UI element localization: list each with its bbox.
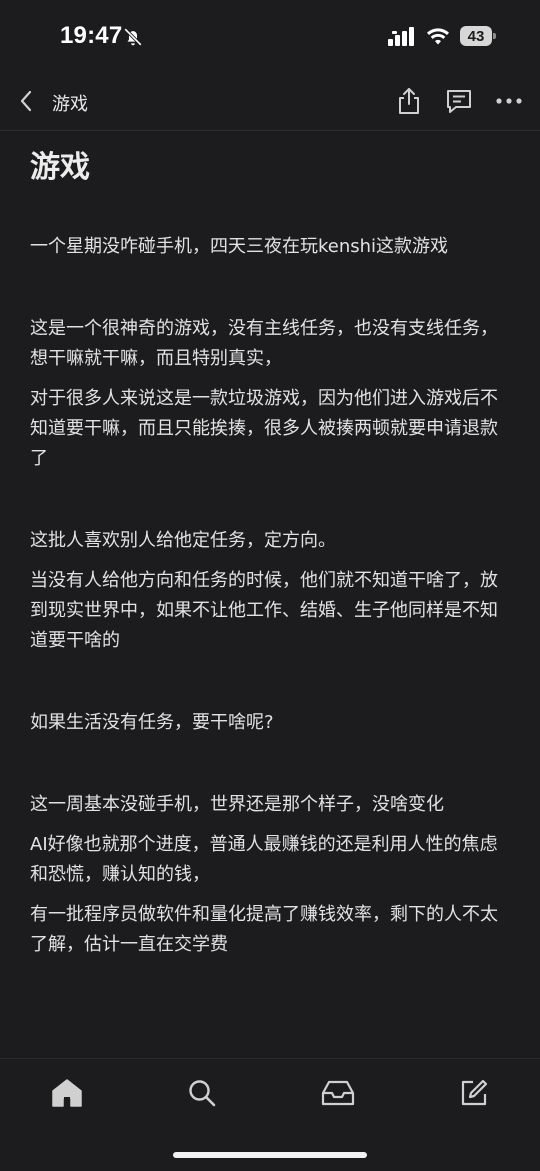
note-paragraph: 这是一个很神奇的游戏，没有主线任务，也没有支线任务，想干嘛就干嘛，而且特别真实，	[30, 318, 498, 369]
note-paragraph: 如果生活没有任务，要干啥呢?	[30, 712, 274, 733]
share-button[interactable]	[394, 86, 424, 116]
inbox-icon	[321, 1080, 355, 1106]
compose-icon	[461, 1079, 488, 1106]
status-time: 19:47	[60, 22, 123, 49]
home-indicator[interactable]	[173, 1152, 367, 1158]
note-title: 游戏	[30, 150, 90, 185]
status-indicators: 43	[388, 24, 496, 48]
search-icon	[189, 1080, 216, 1107]
note-paragraph: 一个星期没咋碰手机，四天三夜在玩kenshi这款游戏	[30, 236, 449, 257]
battery-icon: 43	[460, 26, 496, 46]
comment-icon	[447, 90, 471, 113]
tab-inbox[interactable]	[318, 1073, 358, 1113]
more-button[interactable]	[494, 86, 524, 116]
share-icon	[399, 88, 419, 114]
battery-level: 43	[460, 26, 492, 46]
note-paragraph: 这一周基本没碰手机，世界还是那个样子，没啥变化	[30, 794, 444, 815]
cellular-signal-icon	[388, 27, 414, 46]
status-bar: 19:47 43	[0, 0, 540, 72]
tab-home[interactable]	[47, 1073, 87, 1113]
note-paragraph: 当没有人给他方向和任务的时候，他们就不知道干啥了，放到现实世界中，如果不让他工作…	[30, 570, 498, 651]
note-paragraph: AI好像也就那个进度，普通人最赚钱的还是利用人性的焦虑和恐慌，赚认知的钱，	[30, 834, 498, 885]
tab-search[interactable]	[182, 1073, 222, 1113]
note-paragraph: 这批人喜欢别人给他定任务，定方向。	[30, 530, 336, 551]
note-paragraph: 对于很多人来说这是一款垃圾游戏，因为他们进入游戏后不知道要干嘛，而且只能挨揍，很…	[30, 388, 498, 469]
comments-button[interactable]	[444, 86, 474, 116]
more-dots-icon	[496, 98, 522, 104]
home-icon	[52, 1079, 82, 1107]
nav-bar: 游戏	[0, 72, 540, 131]
note-content[interactable]: 游戏 一个星期没咋碰手机，四天三夜在玩kenshi这款游戏 这是一个很神奇的游戏…	[30, 130, 500, 960]
wifi-icon	[427, 28, 449, 45]
bell-off-icon	[124, 28, 142, 46]
tab-compose[interactable]	[454, 1073, 494, 1113]
chevron-left-icon	[20, 90, 32, 112]
note-paragraph: 有一批程序员做软件和量化提高了赚钱效率，剩下的人不太了解，估计一直在交学费	[30, 904, 498, 955]
nav-title: 游戏	[52, 94, 88, 115]
back-button[interactable]	[14, 88, 38, 114]
battery-cap	[493, 33, 496, 39]
